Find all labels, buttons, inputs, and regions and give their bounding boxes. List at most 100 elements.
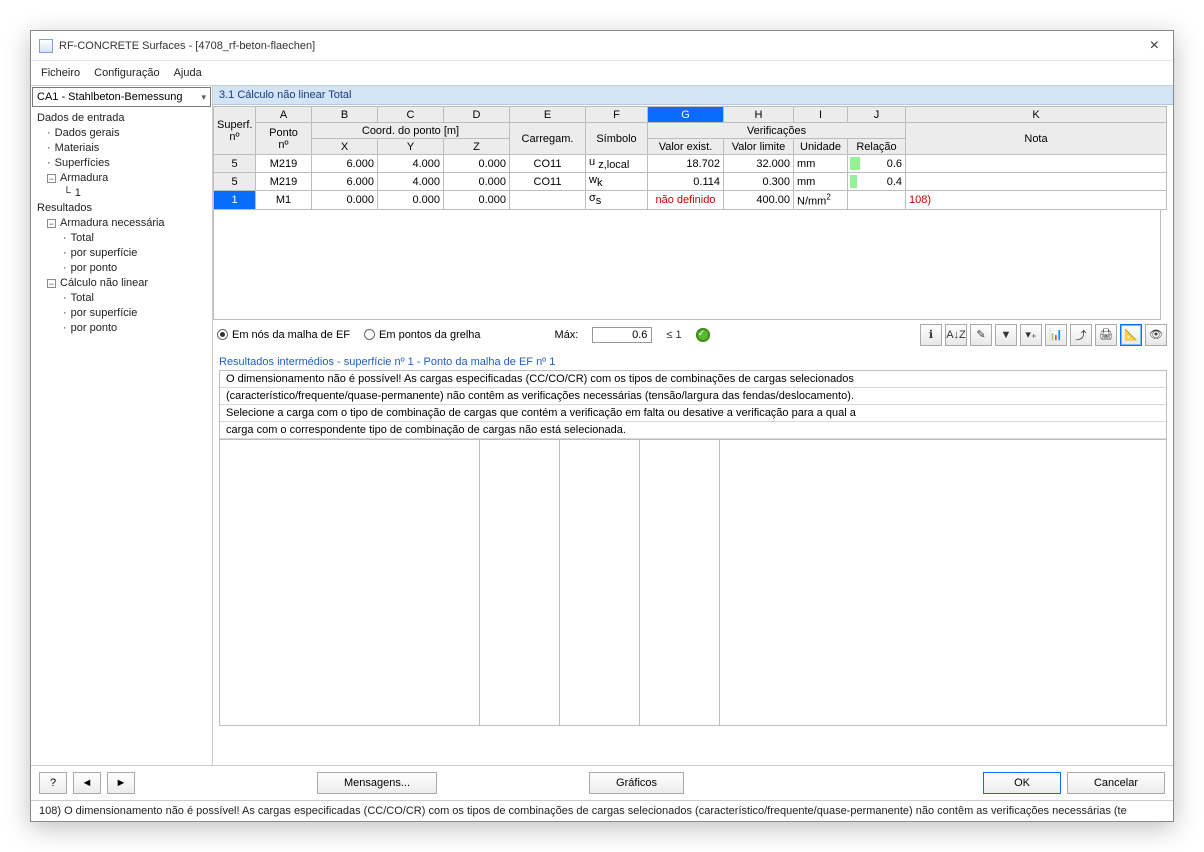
intermediate-title: Resultados intermédios - superfície nº 1… (213, 352, 1173, 370)
grid-header-loading[interactable]: Carregam. (510, 123, 586, 155)
menu-file[interactable]: Ficheiro (41, 67, 80, 79)
prev-button[interactable]: ◄ (73, 772, 101, 794)
max-value[interactable]: 0.6 (592, 327, 652, 343)
tree-req-reinforcement[interactable]: −Armadura necessária (43, 216, 208, 231)
grid-col-A[interactable]: A (256, 107, 312, 123)
grid-col-I[interactable]: I (794, 107, 848, 123)
collapse-icon[interactable]: − (47, 174, 56, 183)
messages-button[interactable]: Mensagens... (317, 772, 437, 794)
filter-add-button[interactable]: ▾₊ (1020, 324, 1042, 346)
section-title: 3.1 Cálculo não linear Total (213, 86, 1173, 105)
grid-header-ratio[interactable]: Relação (848, 139, 906, 155)
grid-header-y[interactable]: Y (378, 139, 444, 155)
grid-options: Em nós da malha de EF Em pontos da grelh… (213, 320, 1173, 352)
tree-surfaces[interactable]: ·Superfícies (43, 156, 208, 171)
app-window: RF-CONCRETE Surfaces - [4708_rf-beton-fl… (30, 30, 1174, 822)
filter-button[interactable]: ▼ (995, 324, 1017, 346)
print-button[interactable]: 🖨 (1095, 324, 1117, 346)
menu-help[interactable]: Ajuda (174, 67, 202, 79)
chart-button[interactable]: 📊 (1045, 324, 1067, 346)
table-row[interactable]: 5M2196.0004.0000.000CO11u z,local18.7023… (214, 155, 1167, 173)
tree-nonlinear[interactable]: −Cálculo não linear (43, 276, 208, 291)
sidebar: CA1 - Stahlbeton-Bemessung ▾ Dados de en… (31, 86, 213, 765)
max-label: Máx: (555, 329, 579, 341)
grid-header-coord[interactable]: Coord. do ponto [m] (312, 123, 510, 139)
grid-header-unit[interactable]: Unidade (794, 139, 848, 155)
results-grid[interactable]: Superf. nº A B C D E F G H I J K (213, 106, 1167, 210)
close-icon[interactable]: × (1144, 37, 1165, 55)
intermediate-columns (219, 440, 1167, 726)
intermediate-column (560, 440, 640, 725)
intermediate-line: (característico/frequente/quase-permanen… (220, 388, 1166, 405)
titlebar: RF-CONCRETE Surfaces - [4708_rf-beton-fl… (31, 31, 1173, 61)
tree-nl-by-surface[interactable]: ·por superfície (59, 306, 208, 321)
grid-header-surf[interactable]: Superf. nº (214, 107, 256, 155)
intermediate-line: O dimensionamento não é possível! As car… (220, 371, 1166, 388)
grid-col-J[interactable]: J (848, 107, 906, 123)
intermediate-column (720, 440, 884, 725)
sort-button[interactable]: A↓Z (945, 324, 967, 346)
grid-header-exist[interactable]: Valor exist. (648, 139, 724, 155)
footer: ? ◄ ► Mensagens... Gráficos OK Cancelar (31, 765, 1173, 800)
grid-toolbar: ℹ A↓Z ✎ ▼ ▾₊ 📊 ⤴ 🖨 📐 👁 (920, 324, 1167, 346)
window-title: RF-CONCRETE Surfaces - [4708_rf-beton-fl… (59, 40, 1144, 52)
tree-input-header: Dados de entrada (33, 111, 208, 126)
tree-nl-by-point[interactable]: ·por ponto (59, 321, 208, 336)
main-pane: 3.1 Cálculo não linear Total Superf. nº … (213, 86, 1173, 765)
grid-header-point[interactable]: Ponto nº (256, 123, 312, 155)
statusbar: 108) O dimensionamento não é possível! A… (31, 800, 1173, 821)
grid-header-note[interactable]: Nota (906, 123, 1167, 155)
tree-reinforcement[interactable]: −Armadura (43, 171, 208, 186)
menubar: Ficheiro Configuração Ajuda (31, 61, 1173, 85)
view-toggle-button[interactable]: 📐 (1120, 324, 1142, 346)
grid-col-D[interactable]: D (444, 107, 510, 123)
radio-grid-points[interactable]: Em pontos da grelha (364, 329, 481, 341)
next-button[interactable]: ► (107, 772, 135, 794)
table-row[interactable]: 5M2196.0004.0000.000CO11wk0.1140.300mm0.… (214, 173, 1167, 191)
chevron-down-icon: ▾ (201, 92, 206, 103)
tree-general-data[interactable]: ·Dados gerais (43, 126, 208, 141)
menu-config[interactable]: Configuração (94, 67, 159, 79)
grid-header-symbol[interactable]: Símbolo (586, 123, 648, 155)
intermediate-column (480, 440, 560, 725)
tree-materials[interactable]: ·Materiais (43, 141, 208, 156)
grid-header-x[interactable]: X (312, 139, 378, 155)
collapse-icon[interactable]: − (47, 219, 56, 228)
tree-req-by-point[interactable]: ·por ponto (59, 261, 208, 276)
radio-fe-nodes[interactable]: Em nós da malha de EF (217, 329, 350, 341)
grid-header-limit[interactable]: Valor limite (724, 139, 794, 155)
cancel-button[interactable]: Cancelar (1067, 772, 1165, 794)
table-row[interactable]: 1M10.0000.0000.000σsnão definido400.00N/… (214, 191, 1167, 209)
tree-results-header: Resultados (33, 201, 208, 216)
collapse-icon[interactable]: − (47, 279, 56, 288)
intermediate-column (220, 440, 480, 725)
tree-reinforcement-1[interactable]: └1 (59, 186, 208, 201)
intermediate-column (640, 440, 720, 725)
grid-col-G[interactable]: G (648, 107, 724, 123)
ok-button[interactable]: OK (983, 772, 1061, 794)
graphics-button[interactable]: Gráficos (589, 772, 684, 794)
grid-col-E[interactable]: E (510, 107, 586, 123)
intermediate-line: carga com o correspondente tipo de combi… (220, 422, 1166, 439)
status-ok-icon (696, 328, 710, 342)
grid-col-C[interactable]: C (378, 107, 444, 123)
edit-button[interactable]: ✎ (970, 324, 992, 346)
grid-header-z[interactable]: Z (444, 139, 510, 155)
show-button[interactable]: 👁 (1145, 324, 1167, 346)
help-button[interactable]: ? (39, 772, 67, 794)
tree-req-by-surface[interactable]: ·por superfície (59, 246, 208, 261)
grid-col-F[interactable]: F (586, 107, 648, 123)
intermediate-line: Selecione a carga com o tipo de combinaç… (220, 405, 1166, 422)
grid-header-verifications[interactable]: Verificações (648, 123, 906, 139)
case-combo[interactable]: CA1 - Stahlbeton-Bemessung ▾ (32, 87, 211, 107)
grid-col-K[interactable]: K (906, 107, 1167, 123)
info-button[interactable]: ℹ (920, 324, 942, 346)
grid-empty-area (213, 210, 1161, 320)
tree-req-total[interactable]: ·Total (59, 231, 208, 246)
grid-col-H[interactable]: H (724, 107, 794, 123)
pick-button[interactable]: ⤴ (1070, 324, 1092, 346)
tree-nl-total[interactable]: ·Total (59, 291, 208, 306)
case-combo-value: CA1 - Stahlbeton-Bemessung (37, 91, 201, 103)
grid-col-B[interactable]: B (312, 107, 378, 123)
nav-tree: Dados de entrada ·Dados gerais ·Materiai… (31, 108, 212, 765)
